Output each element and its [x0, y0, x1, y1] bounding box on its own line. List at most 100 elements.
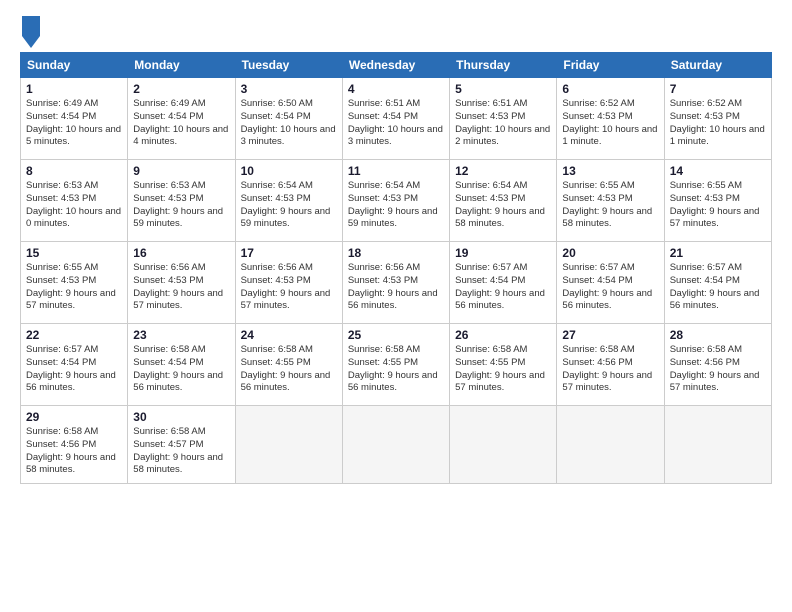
- day-number: 28: [670, 328, 766, 342]
- day-info: Sunrise: 6:57 AMSunset: 4:54 PMDaylight:…: [455, 262, 551, 313]
- day-info: Sunrise: 6:57 AMSunset: 4:54 PMDaylight:…: [670, 262, 766, 313]
- day-number: 10: [241, 164, 337, 178]
- day-info: Sunrise: 6:55 AMSunset: 4:53 PMDaylight:…: [562, 180, 658, 231]
- day-info: Sunrise: 6:57 AMSunset: 4:54 PMDaylight:…: [562, 262, 658, 313]
- logo-icon: [22, 16, 38, 44]
- calendar-week-3: 15 Sunrise: 6:55 AMSunset: 4:53 PMDayligh…: [21, 242, 772, 324]
- day-info: Sunrise: 6:54 AMSunset: 4:53 PMDaylight:…: [455, 180, 551, 231]
- calendar-cell: 28 Sunrise: 6:58 AMSunset: 4:56 PMDayligh…: [664, 324, 771, 406]
- weekday-header-tuesday: Tuesday: [235, 53, 342, 78]
- calendar-cell: [450, 406, 557, 484]
- day-number: 19: [455, 246, 551, 260]
- calendar-cell: 5 Sunrise: 6:51 AMSunset: 4:53 PMDaylight…: [450, 78, 557, 160]
- weekday-header-wednesday: Wednesday: [342, 53, 449, 78]
- day-info: Sunrise: 6:54 AMSunset: 4:53 PMDaylight:…: [348, 180, 444, 231]
- day-info: Sunrise: 6:52 AMSunset: 4:53 PMDaylight:…: [562, 98, 658, 149]
- calendar-cell: [557, 406, 664, 484]
- day-info: Sunrise: 6:58 AMSunset: 4:56 PMDaylight:…: [562, 344, 658, 395]
- page: SundayMondayTuesdayWednesdayThursdayFrid…: [0, 0, 792, 612]
- day-info: Sunrise: 6:56 AMSunset: 4:53 PMDaylight:…: [348, 262, 444, 313]
- calendar-cell: 1 Sunrise: 6:49 AMSunset: 4:54 PMDaylight…: [21, 78, 128, 160]
- day-info: Sunrise: 6:58 AMSunset: 4:55 PMDaylight:…: [348, 344, 444, 395]
- day-number: 16: [133, 246, 229, 260]
- calendar-cell: 19 Sunrise: 6:57 AMSunset: 4:54 PMDayligh…: [450, 242, 557, 324]
- calendar-week-1: 1 Sunrise: 6:49 AMSunset: 4:54 PMDaylight…: [21, 78, 772, 160]
- day-info: Sunrise: 6:56 AMSunset: 4:53 PMDaylight:…: [241, 262, 337, 313]
- weekday-header-saturday: Saturday: [664, 53, 771, 78]
- day-info: Sunrise: 6:50 AMSunset: 4:54 PMDaylight:…: [241, 98, 337, 149]
- weekday-header-monday: Monday: [128, 53, 235, 78]
- day-number: 11: [348, 164, 444, 178]
- calendar-week-4: 22 Sunrise: 6:57 AMSunset: 4:54 PMDayligh…: [21, 324, 772, 406]
- calendar-cell: 23 Sunrise: 6:58 AMSunset: 4:54 PMDayligh…: [128, 324, 235, 406]
- day-info: Sunrise: 6:58 AMSunset: 4:56 PMDaylight:…: [670, 344, 766, 395]
- calendar-cell: 25 Sunrise: 6:58 AMSunset: 4:55 PMDayligh…: [342, 324, 449, 406]
- day-info: Sunrise: 6:58 AMSunset: 4:55 PMDaylight:…: [241, 344, 337, 395]
- day-info: Sunrise: 6:53 AMSunset: 4:53 PMDaylight:…: [133, 180, 229, 231]
- day-info: Sunrise: 6:58 AMSunset: 4:55 PMDaylight:…: [455, 344, 551, 395]
- calendar-cell: 8Sunrise: 6:53 AMSunset: 4:53 PMDaylight…: [21, 160, 128, 242]
- day-number: 13: [562, 164, 658, 178]
- calendar-cell: 17 Sunrise: 6:56 AMSunset: 4:53 PMDayligh…: [235, 242, 342, 324]
- day-number: 8: [26, 164, 122, 178]
- calendar-cell: 18 Sunrise: 6:56 AMSunset: 4:53 PMDayligh…: [342, 242, 449, 324]
- day-info: Sunrise: 6:58 AMSunset: 4:56 PMDaylight:…: [26, 426, 122, 477]
- day-number: 29: [26, 410, 122, 424]
- day-info: Sunrise: 6:55 AMSunset: 4:53 PMDaylight:…: [670, 180, 766, 231]
- calendar-cell: 10Sunrise: 6:54 AMSunset: 4:53 PMDayligh…: [235, 160, 342, 242]
- day-number: 9: [133, 164, 229, 178]
- day-number: 5: [455, 82, 551, 96]
- day-number: 3: [241, 82, 337, 96]
- day-number: 23: [133, 328, 229, 342]
- calendar-cell: 30 Sunrise: 6:58 AMSunset: 4:57 PMDayligh…: [128, 406, 235, 484]
- calendar-cell: 11 Sunrise: 6:54 AMSunset: 4:53 PMDayligh…: [342, 160, 449, 242]
- day-info: Sunrise: 6:56 AMSunset: 4:53 PMDaylight:…: [133, 262, 229, 313]
- calendar-cell: 13 Sunrise: 6:55 AMSunset: 4:53 PMDayligh…: [557, 160, 664, 242]
- day-info: Sunrise: 6:51 AMSunset: 4:53 PMDaylight:…: [455, 98, 551, 149]
- calendar-cell: 14 Sunrise: 6:55 AMSunset: 4:53 PMDayligh…: [664, 160, 771, 242]
- day-number: 20: [562, 246, 658, 260]
- weekday-header-sunday: Sunday: [21, 53, 128, 78]
- calendar-cell: 15 Sunrise: 6:55 AMSunset: 4:53 PMDayligh…: [21, 242, 128, 324]
- calendar-cell: 2Sunrise: 6:49 AMSunset: 4:54 PMDaylight…: [128, 78, 235, 160]
- day-number: 18: [348, 246, 444, 260]
- day-info: Sunrise: 6:58 AMSunset: 4:54 PMDaylight:…: [133, 344, 229, 395]
- calendar-cell: 20 Sunrise: 6:57 AMSunset: 4:54 PMDayligh…: [557, 242, 664, 324]
- day-number: 17: [241, 246, 337, 260]
- day-info: Sunrise: 6:55 AMSunset: 4:53 PMDaylight:…: [26, 262, 122, 313]
- day-number: 25: [348, 328, 444, 342]
- day-number: 4: [348, 82, 444, 96]
- calendar-cell: [342, 406, 449, 484]
- day-number: 6: [562, 82, 658, 96]
- day-info: Sunrise: 6:52 AMSunset: 4:53 PMDaylight:…: [670, 98, 766, 149]
- day-info: Sunrise: 6:49 AMSunset: 4:54 PMDaylight:…: [26, 98, 122, 149]
- day-info: Sunrise: 6:51 AMSunset: 4:54 PMDaylight:…: [348, 98, 444, 149]
- day-number: 21: [670, 246, 766, 260]
- calendar-week-2: 8 Sunrise: 6:53 AMSunset: 4:53 PMDaylight…: [21, 160, 772, 242]
- day-number: 1: [26, 82, 122, 96]
- logo: [20, 16, 38, 44]
- day-number: 15: [26, 246, 122, 260]
- calendar-cell: 21 Sunrise: 6:57 AMSunset: 4:54 PMDayligh…: [664, 242, 771, 324]
- day-info: Sunrise: 6:57 AMSunset: 4:54 PMDaylight:…: [26, 344, 122, 395]
- weekday-header-friday: Friday: [557, 53, 664, 78]
- calendar-week-5: 29 Sunrise: 6:58 AMSunset: 4:56 PMDayligh…: [21, 406, 772, 484]
- calendar-cell: 6 Sunrise: 6:52 AMSunset: 4:53 PMDaylight…: [557, 78, 664, 160]
- calendar-cell: 9 Sunrise: 6:53 AMSunset: 4:53 PMDaylight…: [128, 160, 235, 242]
- calendar-cell: 16 Sunrise: 6:56 AMSunset: 4:53 PMDayligh…: [128, 242, 235, 324]
- day-number: 22: [26, 328, 122, 342]
- day-number: 7: [670, 82, 766, 96]
- calendar-cell: [235, 406, 342, 484]
- day-info: Sunrise: 6:49 AMSunset: 4:54 PMDaylight:…: [133, 98, 229, 149]
- calendar-cell: 29 Sunrise: 6:58 AMSunset: 4:56 PMDayligh…: [21, 406, 128, 484]
- day-number: 30: [133, 410, 229, 424]
- calendar-cell: 7 Sunrise: 6:52 AMSunset: 4:53 PMDaylight…: [664, 78, 771, 160]
- day-info: Sunrise: 6:58 AMSunset: 4:57 PMDaylight:…: [133, 426, 229, 477]
- day-number: 14: [670, 164, 766, 178]
- calendar: SundayMondayTuesdayWednesdayThursdayFrid…: [20, 52, 772, 484]
- calendar-cell: 24Sunrise: 6:58 AMSunset: 4:55 PMDayligh…: [235, 324, 342, 406]
- calendar-cell: 3 Sunrise: 6:50 AMSunset: 4:54 PMDaylight…: [235, 78, 342, 160]
- calendar-cell: 26Sunrise: 6:58 AMSunset: 4:55 PMDayligh…: [450, 324, 557, 406]
- calendar-cell: 12Sunrise: 6:54 AMSunset: 4:53 PMDayligh…: [450, 160, 557, 242]
- calendar-cell: 27Sunrise: 6:58 AMSunset: 4:56 PMDayligh…: [557, 324, 664, 406]
